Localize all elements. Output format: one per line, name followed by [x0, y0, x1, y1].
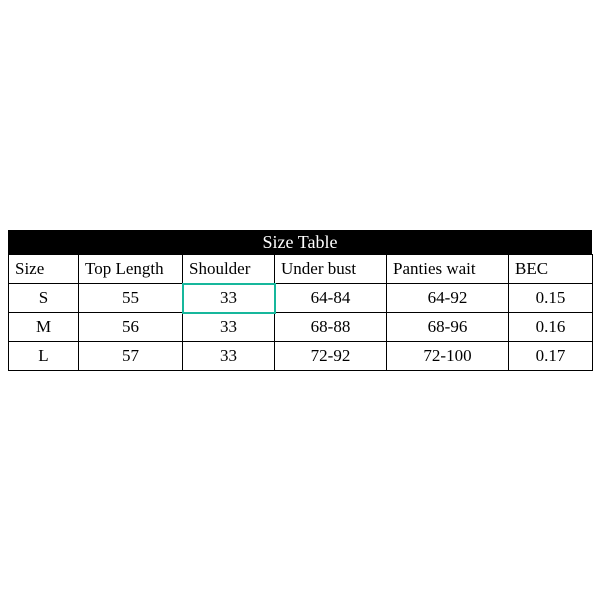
cell-size: M — [9, 313, 79, 342]
col-header-panties-wait: Panties wait — [387, 255, 509, 284]
cell-shoulder: 33 — [183, 284, 275, 313]
cell-bec: 0.15 — [509, 284, 593, 313]
cell-under-bust: 72-92 — [275, 342, 387, 371]
col-header-size: Size — [9, 255, 79, 284]
cell-size: L — [9, 342, 79, 371]
table-row: S 55 33 64-84 64-92 0.15 — [9, 284, 593, 313]
cell-under-bust: 64-84 — [275, 284, 387, 313]
cell-top-length: 56 — [79, 313, 183, 342]
cell-panties-wait: 64-92 — [387, 284, 509, 313]
cell-panties-wait: 72-100 — [387, 342, 509, 371]
size-table: Size Top Length Shoulder Under bust Pant… — [8, 254, 593, 371]
table-title: Size Table — [8, 230, 592, 254]
cell-panties-wait: 68-96 — [387, 313, 509, 342]
cell-shoulder: 33 — [183, 342, 275, 371]
cell-bec: 0.16 — [509, 313, 593, 342]
col-header-top-length: Top Length — [79, 255, 183, 284]
col-header-under-bust: Under bust — [275, 255, 387, 284]
size-table-container: Size Table Size Top Length Shoulder Unde… — [8, 230, 592, 371]
col-header-bec: BEC — [509, 255, 593, 284]
table-row: L 57 33 72-92 72-100 0.17 — [9, 342, 593, 371]
cell-size: S — [9, 284, 79, 313]
col-header-shoulder: Shoulder — [183, 255, 275, 284]
table-row: M 56 33 68-88 68-96 0.16 — [9, 313, 593, 342]
cell-under-bust: 68-88 — [275, 313, 387, 342]
cell-top-length: 55 — [79, 284, 183, 313]
cell-top-length: 57 — [79, 342, 183, 371]
cell-bec: 0.17 — [509, 342, 593, 371]
table-header-row: Size Top Length Shoulder Under bust Pant… — [9, 255, 593, 284]
cell-shoulder: 33 — [183, 313, 275, 342]
